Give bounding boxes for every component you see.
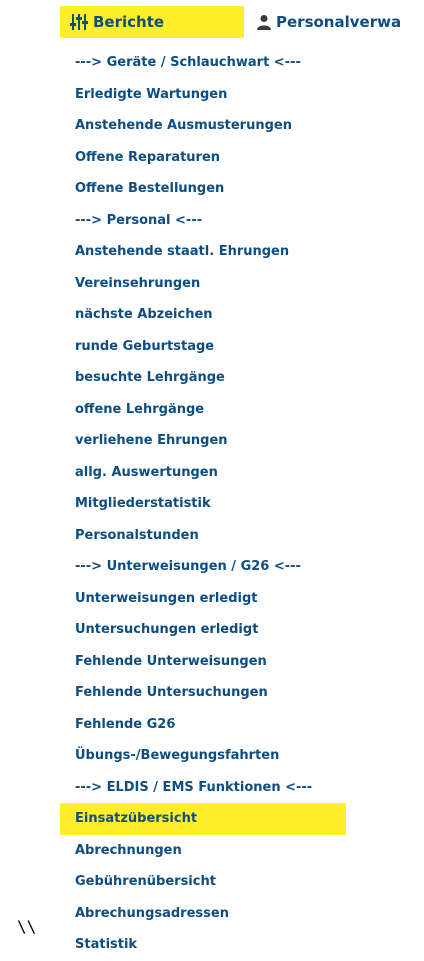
menu-item[interactable]: Statistik (60, 929, 346, 961)
menu-section-header: ---> Geräte / Schlauchwart <--- (75, 55, 301, 70)
menu-item[interactable]: Untersuchungen erledigt (60, 614, 346, 646)
menu-item[interactable]: Anstehende Ausmusterungen (60, 110, 346, 142)
menu-section-header: ---> ELDIS / EMS Funktionen <--- (75, 779, 313, 795)
menu-item[interactable]: allg. Auswertungen (60, 457, 346, 489)
menu-item[interactable]: offene Lehrgänge (60, 394, 346, 426)
menu-item[interactable]: Fehlende Unterweisungen (60, 646, 346, 678)
tab-berichte-label: Berichte (93, 13, 165, 31)
menu-item[interactable]: besuchte Lehrgänge (60, 362, 346, 394)
menu-item[interactable]: Fehlende G26 (60, 709, 346, 741)
menu-item[interactable]: Übungs-/Bewegungsfahrten (60, 740, 346, 772)
stray-text: \\ (17, 917, 37, 936)
berichte-dropdown-menu: ---> Geräte / Schlauchwart <--- Erledigte… (60, 47, 346, 961)
menu-item[interactable]: Einsatzübersicht (60, 803, 346, 835)
menu-section-header: ---> Personal <--- (75, 212, 203, 228)
tab-personalverwaltung-label: Personalverwa (276, 13, 402, 31)
menu-item[interactable]: Abrechungsadressen (60, 898, 346, 930)
sliders-icon (69, 13, 89, 31)
menu-item[interactable]: Mitgliederstatistik (60, 488, 346, 520)
menu-item[interactable]: Unterweisungen erledigt (60, 583, 346, 615)
tab-berichte[interactable]: Berichte (60, 6, 244, 38)
menu-item[interactable]: Abrechnungen (60, 835, 346, 867)
menu-item[interactable]: Offene Bestellungen (60, 173, 346, 205)
menu-item[interactable]: verliehene Ehrungen (60, 425, 346, 457)
menu-item[interactable]: Personalstunden (60, 520, 346, 552)
menu-item[interactable]: Fehlende Untersuchungen (60, 677, 346, 709)
menu-item[interactable]: nächste Abzeichen (60, 299, 346, 331)
menu-item[interactable]: Vereinsehrungen (60, 268, 346, 300)
menu-item[interactable]: Gebührenübersicht (60, 866, 346, 898)
top-navigation: Berichte Personalverwa (0, 0, 424, 44)
menu-item[interactable]: Offene Reparaturen (60, 142, 346, 174)
tab-personalverwaltung[interactable]: Personalverwa (256, 6, 401, 38)
menu-item[interactable]: runde Geburtstage (60, 331, 346, 363)
user-icon (256, 14, 272, 30)
menu-item[interactable]: Erledigte Wartungen (60, 79, 346, 111)
menu-item[interactable]: Anstehende staatl. Ehrungen (60, 236, 346, 268)
menu-section-header: ---> Unterweisungen / G26 <--- (75, 559, 301, 574)
